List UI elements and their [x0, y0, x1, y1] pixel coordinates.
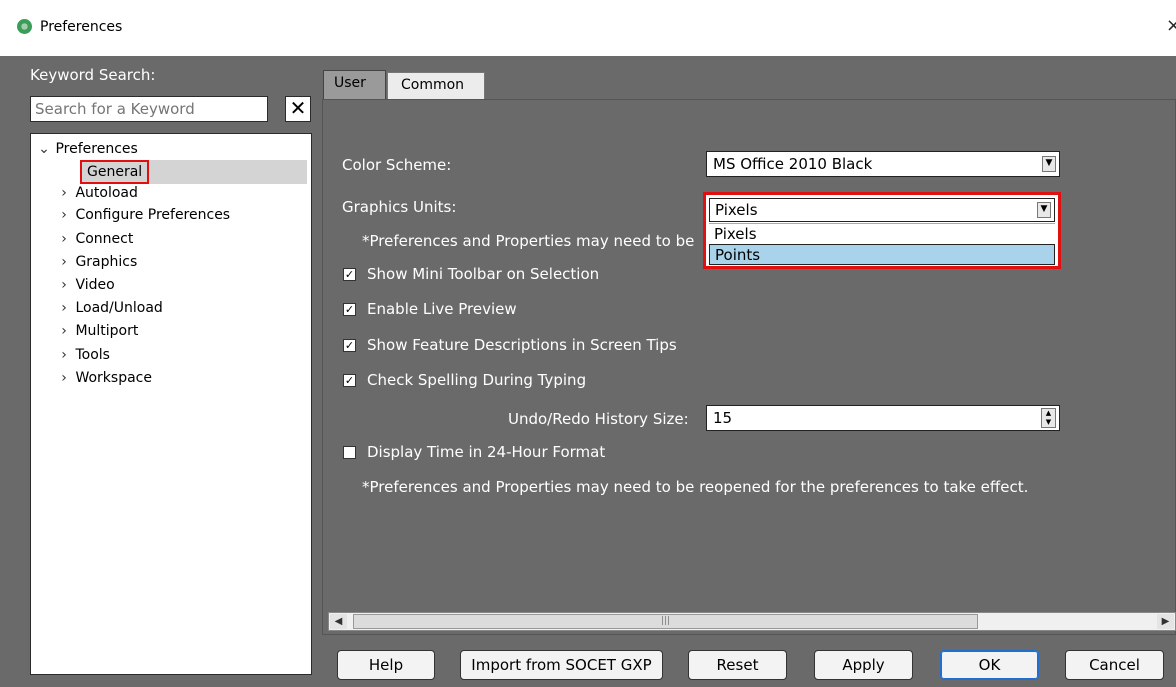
horizontal-scrollbar[interactable]: ◀ ||| ▶ — [328, 612, 1176, 631]
live-preview-checkbox[interactable]: ✓ — [343, 303, 356, 316]
display-24h-label: Display Time in 24-Hour Format — [367, 443, 606, 461]
app-logo-icon — [17, 19, 32, 34]
reset-button[interactable]: Reset — [688, 650, 787, 680]
cancel-button[interactable]: Cancel — [1065, 650, 1164, 680]
feature-descriptions-label: Show Feature Descriptions in Screen Tips — [367, 336, 677, 354]
check-spelling-checkbox[interactable]: ✓ — [343, 374, 356, 387]
chevron-right-icon[interactable]: › — [57, 274, 71, 296]
preferences-note-truncated: *Preferences and Properties may need to … — [362, 232, 695, 250]
undo-history-input[interactable]: 15 ▲ ▼ — [706, 405, 1060, 431]
tree-item-label: General — [80, 160, 150, 184]
graphics-units-label: Graphics Units: — [342, 198, 457, 216]
tree-item-preferences[interactable]: ⌄ Preferences — [37, 138, 138, 160]
scrollbar-thumb[interactable]: ||| — [353, 614, 978, 629]
tree-item-configure-preferences[interactable]: › Configure Preferences — [57, 204, 230, 226]
chevron-down-icon[interactable]: ▼ — [1042, 156, 1056, 172]
tree-item-graphics[interactable]: › Graphics — [57, 251, 137, 273]
chevron-right-icon[interactable]: › — [57, 182, 71, 204]
tree-item-autoload[interactable]: › Autoload — [57, 182, 138, 204]
tree-item-label: Autoload — [75, 185, 138, 201]
tree-item-load-unload[interactable]: › Load/Unload — [57, 297, 163, 319]
tab-common[interactable]: Common — [387, 72, 485, 100]
title-bar: Preferences × — [0, 0, 1176, 56]
chevron-right-icon[interactable]: › — [57, 367, 71, 389]
import-button[interactable]: Import from SOCET GXP — [460, 650, 663, 680]
tree-item-label: Connect — [75, 231, 134, 247]
tree-item-multiport[interactable]: › Multiport — [57, 320, 138, 342]
window-title: Preferences — [40, 19, 123, 35]
mini-toolbar-label: Show Mini Toolbar on Selection — [367, 265, 600, 283]
chevron-down-icon[interactable]: ▼ — [1037, 202, 1051, 218]
chevron-right-icon[interactable]: › — [57, 204, 71, 226]
apply-button[interactable]: Apply — [814, 650, 913, 680]
color-scheme-select[interactable]: MS Office 2010 Black ▼ — [706, 151, 1060, 177]
settings-panel — [322, 99, 1176, 635]
graphics-units-option-points[interactable]: Points — [709, 244, 1055, 265]
display-24h-checkbox[interactable] — [343, 446, 356, 459]
chevron-right-icon[interactable]: › — [57, 251, 71, 273]
scroll-left-icon[interactable]: ◀ — [330, 614, 347, 629]
graphics-units-select[interactable]: Pixels ▼ — [709, 198, 1055, 222]
graphics-units-option-pixels[interactable]: Pixels — [709, 223, 1055, 244]
feature-descriptions-checkbox[interactable]: ✓ — [343, 339, 356, 352]
chevron-right-icon[interactable]: › — [57, 297, 71, 319]
tree-item-label: Preferences — [55, 141, 138, 157]
tree-item-general[interactable]: General — [80, 160, 307, 184]
graphics-units-dropdown[interactable]: Pixels ▼ Pixels Points — [703, 192, 1061, 269]
scroll-right-icon[interactable]: ▶ — [1157, 614, 1174, 629]
tree-item-tools[interactable]: › Tools — [57, 344, 110, 366]
chevron-right-icon[interactable]: › — [57, 228, 71, 250]
tree-item-connect[interactable]: › Connect — [57, 228, 133, 250]
tree-item-workspace[interactable]: › Workspace — [57, 367, 152, 389]
left-pane: Keyword Search: ✕ ⌄ Preferences General … — [20, 56, 317, 687]
undo-history-value: 15 — [713, 409, 733, 427]
graphics-units-value: Pixels — [715, 201, 758, 219]
tree-item-label: Graphics — [75, 254, 138, 270]
live-preview-label: Enable Live Preview — [367, 300, 517, 318]
tree-item-label: Multiport — [75, 323, 139, 339]
keyword-search-label: Keyword Search: — [30, 66, 156, 84]
preferences-tree[interactable]: ⌄ Preferences General › Autoload › Confi… — [30, 133, 312, 675]
chevron-down-icon[interactable]: ⌄ — [37, 138, 51, 160]
close-icon[interactable]: × — [1166, 15, 1176, 36]
chevron-right-icon[interactable]: › — [57, 320, 71, 342]
keyword-search-input[interactable] — [30, 96, 268, 122]
tree-item-video[interactable]: › Video — [57, 274, 115, 296]
mini-toolbar-checkbox[interactable]: ✓ — [343, 268, 356, 281]
help-button[interactable]: Help — [337, 650, 435, 680]
color-scheme-label: Color Scheme: — [342, 156, 452, 174]
undo-history-label: Undo/Redo History Size: — [508, 410, 689, 428]
tree-item-label: Tools — [75, 347, 110, 363]
check-spelling-label: Check Spelling During Typing — [367, 371, 587, 389]
clear-search-button[interactable]: ✕ — [285, 96, 311, 122]
tree-item-label: Configure Preferences — [75, 207, 231, 223]
ok-button[interactable]: OK — [940, 650, 1039, 680]
tree-item-label: Video — [75, 277, 115, 293]
color-scheme-value: MS Office 2010 Black — [713, 155, 873, 173]
tree-item-label: Workspace — [75, 370, 152, 386]
tab-user[interactable]: User — [323, 70, 386, 100]
preferences-note: *Preferences and Properties may need to … — [362, 478, 1029, 496]
spinner-icon[interactable]: ▲ ▼ — [1041, 408, 1056, 428]
tree-item-label: Load/Unload — [75, 300, 163, 316]
chevron-right-icon[interactable]: › — [57, 344, 71, 366]
